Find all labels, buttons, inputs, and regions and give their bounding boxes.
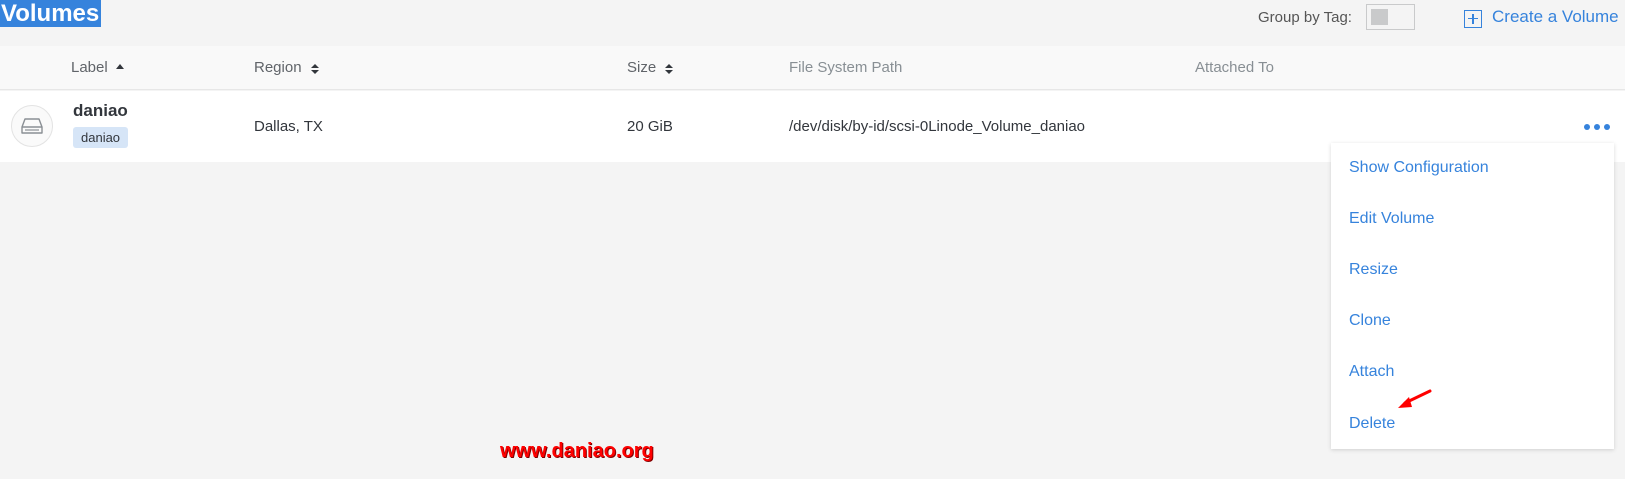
menu-item-edit-volume[interactable]: Edit Volume [1349,208,1434,230]
page-title: Volumes [0,0,102,27]
column-header-region[interactable]: Region [254,46,319,90]
create-volume-button[interactable]: Create a Volume [1464,4,1619,30]
volume-path: /dev/disk/by-id/scsi-0Linode_Volume_dani… [789,118,1086,135]
table-header: Label Region Size File System Path Attac… [0,46,1625,90]
group-by-tag: Group by Tag: [1258,4,1415,30]
sort-icon [665,64,674,74]
toggle-knob [1370,9,1388,25]
volume-region: Dallas, TX [254,118,323,135]
menu-item-show-configuration[interactable]: Show Configuration [1349,157,1489,179]
sort-icon [310,64,319,74]
volume-size: 20 GiB [627,118,673,135]
column-header-attached-to: Attached To [1195,59,1274,76]
create-volume-label: Create a Volume [1492,7,1619,26]
menu-item-resize[interactable]: Resize [1349,259,1398,281]
column-header-size[interactable]: Size [627,46,674,90]
red-arrow-icon [1398,389,1432,408]
hard-drive-icon [11,105,53,147]
volume-actions-menu: Show Configuration Edit Volume Resize Cl… [1331,143,1614,449]
column-header-label[interactable]: Label [71,46,124,90]
volume-tag[interactable]: daniao [73,127,129,148]
group-by-tag-toggle[interactable] [1365,4,1415,30]
plus-box-icon [1464,9,1482,28]
more-actions-icon[interactable] [1584,122,1610,132]
menu-item-attach[interactable]: Attach [1349,361,1394,383]
group-by-tag-label: Group by Tag: [1258,8,1352,26]
column-header-file-system-path: File System Path [789,59,903,76]
volume-label-cell: daniao daniao [73,100,129,148]
watermark: www.daniao.org [500,440,654,462]
menu-item-delete[interactable]: Delete [1349,413,1395,435]
volumes-page: Volumes Group by Tag: Create a Volume La… [0,0,1625,479]
volume-name: daniao [73,101,128,120]
menu-item-clone[interactable]: Clone [1349,310,1391,332]
sort-ascending-icon [115,64,124,69]
